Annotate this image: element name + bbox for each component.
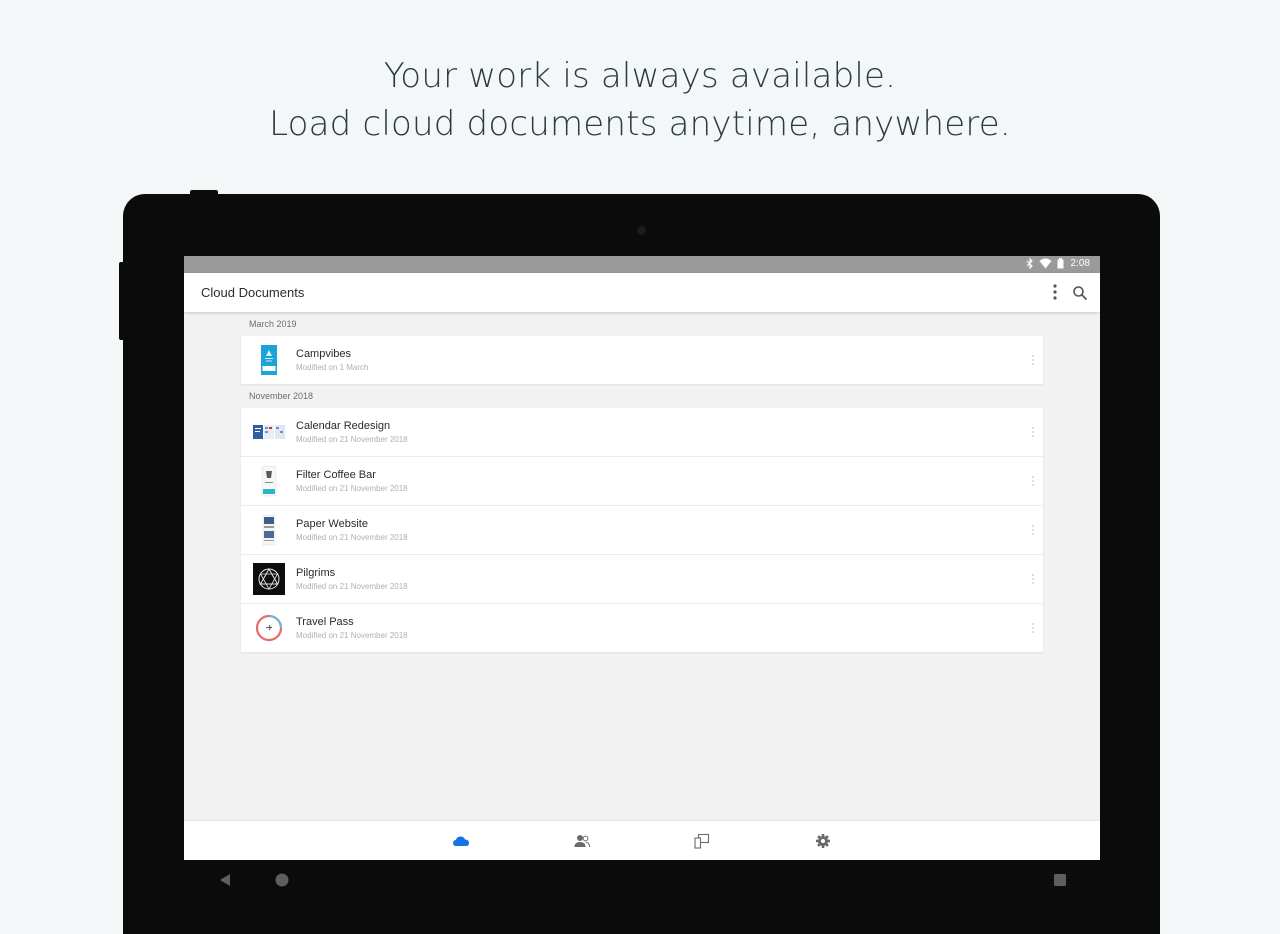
row-more-icon[interactable] — [1029, 352, 1037, 368]
document-thumbnail — [262, 514, 276, 546]
list-item-pilgrims[interactable]: Pilgrims Modified on 21 November 2018 — [241, 555, 1043, 604]
back-icon[interactable] — [218, 872, 232, 888]
document-thumbnail — [255, 614, 283, 642]
recents-icon[interactable] — [1053, 872, 1067, 888]
row-more-icon[interactable] — [1029, 571, 1037, 587]
document-name: Pilgrims — [296, 567, 336, 579]
devices-icon[interactable] — [693, 833, 711, 849]
document-modified-date: Modified on 21 November 2018 — [296, 631, 408, 640]
search-icon[interactable] — [1072, 285, 1088, 301]
document-thumbnail — [261, 345, 277, 375]
section-card-november-2018: Calendar Redesign Modified on 21 Novembe… — [241, 408, 1043, 652]
document-modified-date: Modified on 21 November 2018 — [296, 533, 408, 542]
section-header-march-2019: March 2019 — [249, 319, 297, 329]
document-name: Campvibes — [296, 348, 352, 360]
status-bar: 2:08 — [184, 256, 1100, 273]
row-more-icon[interactable] — [1029, 424, 1037, 440]
document-modified-date: Modified on 1 March — [296, 363, 369, 372]
wifi-icon — [1039, 258, 1052, 269]
tablet-camera — [637, 226, 646, 235]
row-more-icon[interactable] — [1029, 473, 1037, 489]
bluetooth-icon — [1026, 258, 1033, 269]
marketing-headline: Your work is always available. Load clou… — [0, 52, 1280, 148]
document-modified-date: Modified on 21 November 2018 — [296, 435, 408, 444]
cloud-icon[interactable] — [452, 833, 470, 849]
home-icon[interactable] — [274, 872, 290, 888]
list-item-calendar-redesign[interactable]: Calendar Redesign Modified on 21 Novembe… — [241, 408, 1043, 457]
document-thumbnail — [253, 425, 285, 439]
status-time: 2:08 — [1070, 258, 1090, 269]
row-more-icon[interactable] — [1029, 522, 1037, 538]
document-thumbnail — [261, 465, 277, 497]
page-title: Cloud Documents — [201, 285, 305, 300]
list-item-filter-coffee-bar[interactable]: Filter Coffee Bar Modified on 21 Novembe… — [241, 457, 1043, 506]
headline-line-1: Your work is always available. — [383, 56, 897, 96]
document-modified-date: Modified on 21 November 2018 — [296, 484, 408, 493]
row-more-icon[interactable] — [1029, 620, 1037, 636]
document-name: Paper Website — [296, 518, 368, 530]
document-modified-date: Modified on 21 November 2018 — [296, 582, 408, 591]
gear-icon[interactable] — [814, 833, 832, 849]
list-item-travel-pass[interactable]: Travel Pass Modified on 21 November 2018 — [241, 604, 1043, 652]
app-bar: Cloud Documents — [184, 273, 1100, 312]
bottom-navigation — [184, 820, 1100, 860]
list-item-campvibes[interactable]: Campvibes Modified on 1 March — [241, 336, 1043, 384]
documents-list: March 2019 Campvibes Modified on 1 March — [241, 312, 1043, 652]
people-icon[interactable] — [573, 833, 591, 849]
document-name: Filter Coffee Bar — [296, 469, 376, 481]
document-name: Calendar Redesign — [296, 420, 391, 432]
document-thumbnail — [253, 563, 285, 595]
section-header-november-2018: November 2018 — [249, 391, 314, 401]
section-card-march-2019: Campvibes Modified on 1 March — [241, 336, 1043, 384]
android-navigation-bar — [184, 860, 1100, 900]
battery-icon — [1057, 258, 1064, 269]
headline-line-2: Load cloud documents anytime, anywhere. — [269, 104, 1011, 144]
list-item-paper-website[interactable]: Paper Website Modified on 21 November 20… — [241, 506, 1043, 555]
more-vertical-icon[interactable] — [1048, 282, 1062, 302]
document-name: Travel Pass — [296, 616, 354, 628]
tablet-screen: 2:08 Cloud Documents March 2019 Campvibe… — [184, 256, 1100, 860]
